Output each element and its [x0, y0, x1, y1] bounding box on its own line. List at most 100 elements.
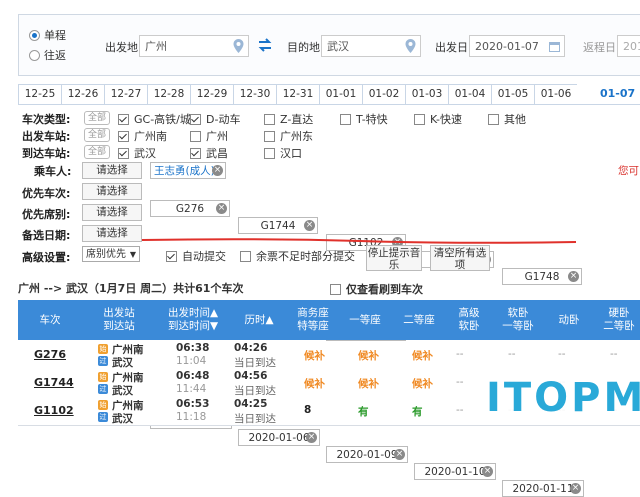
backup-date-chip[interactable]: 2020-01-09 ×	[326, 446, 408, 463]
only-bookable-checkbox[interactable]: 仅查看刷到车次	[330, 281, 423, 297]
checkbox-checked-icon	[190, 147, 201, 159]
date-input[interactable]: 2020-01-07	[469, 35, 565, 57]
train-types-option[interactable]: 其他	[488, 111, 526, 127]
column-header-first[interactable]: 一等座	[338, 300, 392, 340]
departure-time: 06:48	[176, 370, 210, 382]
date-label: 出发日	[435, 41, 468, 54]
from-stations-option[interactable]: 广州	[190, 128, 228, 144]
passenger-select-button[interactable]: 请选择	[82, 162, 142, 179]
remove-icon[interactable]: ×	[570, 483, 581, 494]
remove-icon[interactable]: ×	[304, 220, 315, 231]
train-types-option[interactable]: D-动车	[190, 111, 240, 127]
partial-submit-checkbox[interactable]: 余票不足时部分提交	[240, 248, 355, 264]
duration: 04:25	[234, 398, 268, 410]
date-tab[interactable]: 12-28	[147, 84, 190, 105]
remove-icon[interactable]: ×	[216, 203, 227, 214]
from-stations-option[interactable]: 广州南	[118, 128, 167, 144]
stop-sound-button[interactable]: 停止提示音乐	[366, 245, 422, 271]
column-header-duration[interactable]: 历时▲	[230, 300, 288, 340]
return-input[interactable]: 2019	[617, 35, 640, 57]
seat-first[interactable]: 候补	[358, 348, 379, 363]
column-header-hard_sleeper[interactable]: 硬卧 二等卧	[594, 300, 640, 340]
seat-second[interactable]: 有	[412, 404, 423, 419]
to-station-all-button[interactable]: 全部	[84, 145, 111, 159]
arrival-day: 当日到达	[234, 357, 276, 369]
date-tab[interactable]: 01-04	[448, 84, 491, 105]
priority-train-select-button[interactable]: 请选择	[82, 183, 142, 200]
column-header-second[interactable]: 二等座	[392, 300, 446, 340]
column-header-time[interactable]: 出发时间▲ 到达时间▼	[156, 300, 230, 340]
option-label: GC-高铁/城	[134, 113, 191, 126]
date-tab[interactable]: 01-05	[491, 84, 534, 105]
train-type-all-button[interactable]: 全部	[84, 111, 111, 125]
column-header-soft_sleeper[interactable]: 软卧 一等卧	[492, 300, 544, 340]
to-stations-option[interactable]: 汉口	[264, 145, 302, 161]
date-tab[interactable]: 12-27	[104, 84, 147, 105]
seat-first[interactable]: 候补	[358, 376, 379, 391]
remove-icon[interactable]: ×	[568, 271, 579, 282]
seat-second[interactable]: 候补	[412, 376, 433, 391]
train-type-label: 车次类型:	[22, 113, 71, 126]
backup-date-chip[interactable]: 2020-01-10 ×	[414, 463, 496, 480]
train-types-option[interactable]: GC-高铁/城	[118, 111, 191, 127]
date-tab[interactable]: 01-06	[534, 84, 577, 105]
train-number-link[interactable]: G276	[34, 348, 66, 361]
remove-icon[interactable]: ×	[482, 466, 493, 477]
to-stations-option[interactable]: 武汉	[118, 145, 156, 161]
train-types-option[interactable]: Z-直达	[264, 111, 313, 127]
advanced-select[interactable]: 席别优先 ▼	[82, 246, 140, 262]
date-tab[interactable]: 12-30	[233, 84, 276, 105]
priority-train-chip[interactable]: G1748 ×	[502, 268, 582, 285]
remove-icon[interactable]: ×	[394, 449, 405, 460]
date-tab[interactable]: 12-29	[190, 84, 233, 105]
auto-submit-checkbox[interactable]: 自动提交	[166, 248, 226, 264]
seat-business[interactable]: 候补	[304, 376, 325, 391]
seat-business[interactable]: 8	[304, 404, 311, 416]
option-label: 武昌	[206, 147, 228, 160]
header-line1: 动卧	[558, 313, 580, 326]
column-header-station[interactable]: 出发站 到达站	[82, 300, 156, 340]
date-tab[interactable]: 12-31	[276, 84, 319, 105]
from-input[interactable]: 广州	[139, 35, 249, 57]
backup-date-chip[interactable]: 2020-01-06 ×	[238, 429, 320, 446]
seat-first[interactable]: 有	[358, 404, 369, 419]
priority-train-chip[interactable]: G1744 ×	[238, 217, 318, 234]
swap-stations-icon[interactable]	[257, 37, 273, 53]
date-tab[interactable]: 01-03	[405, 84, 448, 105]
trip-one-way-radio[interactable]: 单程	[29, 27, 66, 43]
backup-date-select-button[interactable]: 请选择	[82, 225, 142, 242]
backup-date-chip[interactable]: 2020-01-11 ×	[502, 480, 584, 497]
train-number-link[interactable]: G1744	[34, 376, 74, 389]
date-tab[interactable]: 01-01	[319, 84, 362, 105]
column-header-train[interactable]: 车次	[18, 300, 82, 340]
column-header-soft_sleeper_adv[interactable]: 高级 软卧	[446, 300, 492, 340]
priority-seat-select-button[interactable]: 请选择	[82, 204, 142, 221]
table-row[interactable]: G276 始过广州南 武汉 06:38 11:04 04:26 当日到达 候补 候补 候补 -- --…	[18, 341, 640, 370]
date-tab[interactable]: 01-02	[362, 84, 405, 105]
clear-all-button[interactable]: 清空所有选项	[430, 245, 490, 271]
passenger-chip[interactable]: 王志勇(成人) ×	[150, 162, 226, 179]
arrival-day: 当日到达	[234, 385, 276, 397]
train-types-option[interactable]: K-快速	[414, 111, 462, 127]
priority-train-chip[interactable]: G276 ×	[150, 200, 230, 217]
from-stations-option[interactable]: 广州东	[264, 128, 313, 144]
arrival-time: 11:04	[176, 355, 207, 367]
tab-active-date[interactable]: 01-07	[600, 84, 635, 104]
from-station-all-button[interactable]: 全部	[84, 128, 111, 142]
trip-round-radio[interactable]: 往返	[29, 47, 66, 63]
header-line2: 特等座	[297, 320, 329, 332]
column-header-moving_sleeper[interactable]: 动卧	[544, 300, 594, 340]
remove-icon[interactable]: ×	[212, 165, 223, 176]
seat-second[interactable]: 候补	[412, 348, 433, 363]
remove-icon[interactable]: ×	[306, 432, 317, 443]
date-tab[interactable]: 12-25	[18, 84, 61, 105]
radio-unchecked-icon	[29, 49, 40, 61]
to-input[interactable]: 武汉	[321, 35, 421, 57]
date-tab[interactable]: 12-26	[61, 84, 104, 105]
train-types-option[interactable]: T-特快	[340, 111, 388, 127]
to-stations-option[interactable]: 武昌	[190, 145, 228, 161]
seat-business[interactable]: 候补	[304, 348, 325, 363]
only-bookable-label: 仅查看刷到车次	[346, 283, 423, 296]
train-number-link[interactable]: G1102	[34, 404, 74, 417]
column-header-business[interactable]: 商务座 特等座	[288, 300, 338, 340]
